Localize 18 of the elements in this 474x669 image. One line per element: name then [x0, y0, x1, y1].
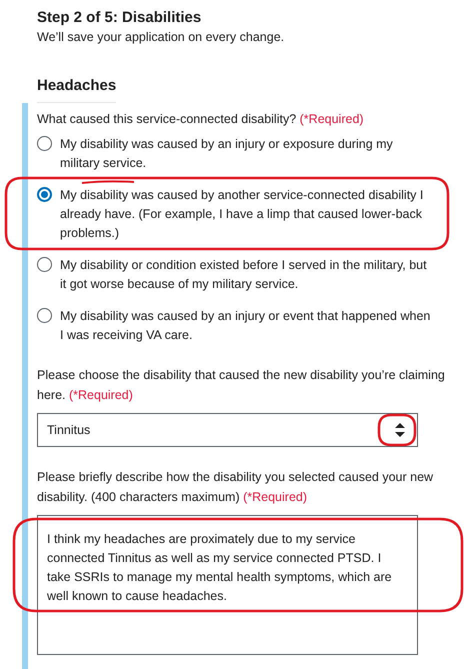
field-label: Please briefly describe how the disability you selected caused your new disability. (400 characters maximum) (*Required): [37, 469, 434, 506]
description-field[interactable]: I think my headaches are proximately due to my service connected Tinnitus as well as my service connected PTSD. I take SSRIs to manage my mental health symptoms, which are well known to cause headaches.: [37, 515, 418, 655]
annotation-stroke: [82, 180, 134, 184]
sort-icon: [395, 423, 405, 437]
section-title: Headaches: [37, 76, 116, 103]
radio-button[interactable]: [37, 187, 52, 202]
field-label: What caused this service-connected disability? (*Required): [37, 111, 365, 128]
disability-dropdown[interactable]: Tinnitus: [37, 413, 418, 447]
radio-button[interactable]: [37, 308, 52, 323]
option-label[interactable]: My disability was caused by another service-connected disability I already have. (For example, I have a limp that caused lower-back problems.): [60, 186, 434, 243]
step-title: Step 2 of 5: Disabilities: [37, 8, 202, 28]
save-note: We’ll save your application on every change.: [37, 29, 286, 46]
option-label[interactable]: My disability or condition existed before I served in the military, but it got worse because of my military service.: [60, 256, 434, 294]
option-label[interactable]: My disability was caused by an injury or exposure during my military service.: [60, 135, 434, 173]
option-label[interactable]: My disability was caused by an injury or event that happened when I was receiving VA care.: [60, 307, 434, 345]
field-label: Please choose the disability that caused the new disability you’re claiming here. (*Required): [37, 367, 446, 404]
radio-button[interactable]: [37, 136, 52, 151]
radio-button[interactable]: [37, 257, 52, 272]
